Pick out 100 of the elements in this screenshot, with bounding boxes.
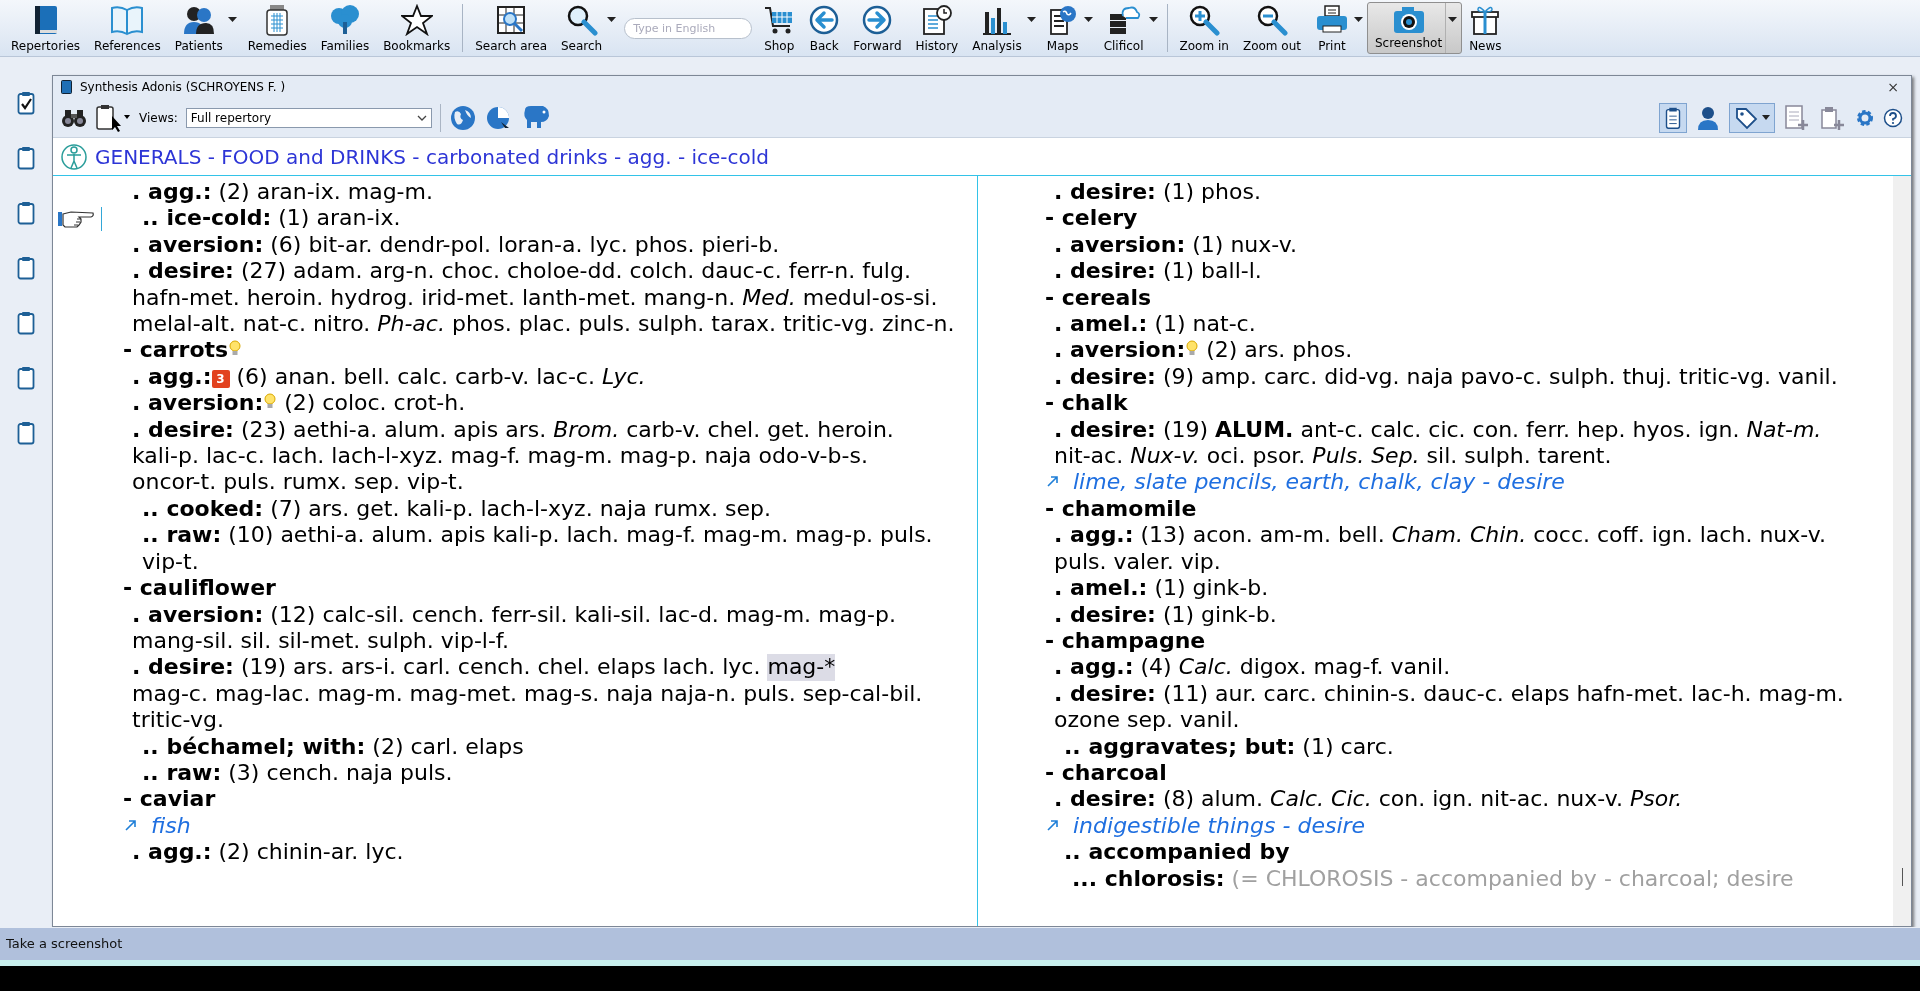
clipboard-icon[interactable] bbox=[17, 311, 35, 335]
clipboard-icon[interactable] bbox=[17, 146, 35, 170]
clipboard-icon[interactable] bbox=[1659, 102, 1687, 133]
toolbar-button[interactable]: Forward bbox=[846, 0, 909, 56]
clipboard-icon[interactable] bbox=[17, 256, 35, 280]
views-dropdown[interactable]: Full repertory bbox=[185, 107, 432, 128]
cross-reference-link[interactable]: fish bbox=[151, 812, 191, 838]
toolbar-button[interactable]: Clificol bbox=[1096, 0, 1162, 56]
cross-reference-link[interactable]: lime, slate pencils, earth, chalk, clay - desire bbox=[1073, 469, 1565, 495]
rubric-entry[interactable]: .. cooked: (7) ars. get. kali-p. lach-l-xyz. naja rumx. sep. bbox=[53, 495, 977, 523]
toolbar-button[interactable]: History bbox=[908, 0, 966, 56]
rubric-path: GENERALS - FOOD and DRINKS - carbonated drinks - agg. - ice-cold bbox=[95, 143, 769, 171]
clipboard-check-icon[interactable] bbox=[17, 91, 35, 115]
toolbar-button[interactable]: Screenshot bbox=[1366, 2, 1463, 54]
binoculars-icon[interactable] bbox=[61, 107, 87, 128]
toolbar-button[interactable]: Remedies bbox=[240, 0, 314, 56]
rubric-entry[interactable]: . agg.: (13) acon. am-m. bell. Cham. Chin. cocc. coff. ign. lach. nux-v. puls. valer. vip. bbox=[978, 522, 1893, 576]
caret-icon[interactable] bbox=[1448, 17, 1458, 23]
rubric-entry[interactable]: . desire: (11) aur. carc. chinin-s. dauc-c. elaps hafn-met. lac-h. mag-m. ozone sep. vanil. bbox=[978, 680, 1893, 734]
rubric-entry[interactable]: . desire: (19) ALUM. ant-c. calc. cic. con. ferr. hep. hyos. ign. Nat-m. nit-ac. Nux-v. oci. psor. Puls. Sep. sil. sulph. tarent. bbox=[978, 416, 1893, 470]
toolbar-button[interactable]: Zoom out bbox=[1235, 0, 1308, 56]
rubric-entry[interactable]: . amel.: (1) nat-c. bbox=[978, 311, 1893, 338]
rubric-entry[interactable]: . desire: (8) alum. Calc. Cic. con. ign. nit-ac. nux-v. Psor. bbox=[978, 786, 1893, 813]
rubric-heading[interactable]: - caviar bbox=[53, 786, 977, 813]
rubric-entry[interactable]: . agg.: (4) Calc. digox. mag-f. vanil. bbox=[978, 654, 1893, 681]
caret-icon[interactable] bbox=[227, 17, 237, 23]
rubric-entry[interactable]: .. aggravates; but: (1) carc. bbox=[978, 733, 1893, 760]
subrubric-label[interactable]: . desire: bbox=[132, 654, 234, 680]
toolbar-button[interactable]: Patients bbox=[167, 0, 241, 56]
jar-icon bbox=[264, 3, 291, 36]
clipboard-icon[interactable] bbox=[17, 201, 35, 225]
human-figure-icon bbox=[61, 142, 87, 171]
person-icon[interactable] bbox=[1695, 104, 1721, 131]
subrubric-label[interactable]: . agg.: bbox=[132, 363, 212, 389]
rubric-heading[interactable]: - cereals bbox=[978, 284, 1893, 312]
globe-icon[interactable] bbox=[448, 103, 477, 132]
remedy-list: ars. phos. bbox=[1244, 337, 1353, 363]
rubric-entry[interactable]: . desire: (9) amp. carc. did-vg. naja pavo-c. sulph. thuj. tritic-vg. vanil. bbox=[978, 363, 1893, 391]
toolbar-button[interactable]: Zoom in bbox=[1172, 0, 1236, 56]
rubric-entry[interactable]: . desire: (23) aethi-a. alum. apis ars. Brom. carb-v. chel. get. heroin. kali-p. lac-c. lach. lach-l-xyz. mag-f. mag-m. mag-p. naja odo-v-b-s. oncor-t. puls. rumx. sep. vip-t. bbox=[53, 416, 977, 496]
toolbar-button[interactable]: Maps bbox=[1039, 0, 1097, 56]
toolbar-button[interactable]: Families bbox=[313, 0, 377, 56]
number-badge: 3 bbox=[211, 369, 230, 388]
rubric-entry[interactable]: .. raw: (10) aethi-a. alum. apis kali-p. lach. mag-f. mag-m. mag-p. puls. vip-t. bbox=[53, 522, 977, 576]
caret-icon[interactable] bbox=[1083, 17, 1093, 23]
close-button[interactable]: × bbox=[1883, 80, 1903, 94]
caret-icon[interactable] bbox=[1148, 17, 1158, 23]
clipboard-icon[interactable] bbox=[17, 366, 35, 390]
rubric-heading[interactable]: - celery bbox=[978, 205, 1893, 232]
rubric-heading[interactable]: - carrots bbox=[123, 337, 229, 363]
rubric-entry[interactable]: .. accompanied by bbox=[978, 839, 1893, 866]
toolbar-button[interactable]: News bbox=[1462, 0, 1509, 56]
remedy-list: ars. ars-i. carl. cench. chel. elaps lach. lyc. bbox=[293, 654, 761, 681]
rubric-entry[interactable]: . agg.: (2) chinin-ar. lyc. bbox=[53, 839, 977, 866]
toolbar-button[interactable]: Shop bbox=[756, 0, 803, 56]
toolbar-button[interactable]: Search area bbox=[468, 0, 554, 56]
rubric-heading[interactable]: - cauliflower bbox=[53, 575, 977, 602]
rubric-entry[interactable]: . amel.: (1) gink-b. bbox=[978, 575, 1893, 602]
toolbar-button[interactable]: Bookmarks bbox=[376, 0, 458, 56]
document-add-icon[interactable] bbox=[1783, 103, 1811, 132]
clipboard-pointer-icon[interactable] bbox=[95, 103, 131, 132]
rubric-entry[interactable]: . aversion: (1) nux-v. bbox=[978, 231, 1893, 259]
rubric-entry[interactable]: . desire: (1) ball-l. bbox=[978, 258, 1893, 285]
toolbar-button[interactable]: Search bbox=[554, 0, 621, 56]
caret-icon[interactable] bbox=[1762, 114, 1770, 121]
toolbar-button[interactable]: References bbox=[87, 0, 168, 56]
rubric-entry[interactable]: . agg.: (2) aran-ix. mag-m. bbox=[53, 179, 977, 206]
rubric-entry[interactable]: . desire: (27) adam. arg-n. choc. choloe-dd. colch. dauc-c. ferr-n. fulg. hafn-met. heroin. hydrog. irid-met. lanth-met. mang-n. Med. medul-os-si. melal-alt. nat-c. nitro. Ph-ac. phos. plac. puls. sulph. tarax. tritic-vg. zinc-n. bbox=[53, 258, 977, 338]
cross-reference-link[interactable]: indigestible things - desire bbox=[1073, 812, 1366, 838]
rubric-entry[interactable]: ... chlorosis: (= CHLOROSIS - accompanied by - charcoal; desire bbox=[978, 865, 1893, 892]
rubric-heading[interactable]: - champagne bbox=[978, 627, 1893, 655]
rubric-entry[interactable]: .. ice-cold: (1) aran-ix. bbox=[53, 205, 977, 232]
toolbar-button[interactable]: Back bbox=[802, 0, 847, 56]
remedy-list: coloc. crot-h. bbox=[322, 390, 466, 416]
caret-icon[interactable] bbox=[1026, 17, 1036, 23]
caret-icon[interactable] bbox=[416, 114, 427, 121]
rubric-entry[interactable]: . desire: (1) gink-b. bbox=[978, 601, 1893, 628]
toolbar-button[interactable]: Print bbox=[1307, 0, 1367, 56]
caret-icon[interactable] bbox=[607, 17, 617, 23]
rubric-entry[interactable]: .. béchamel; with: (2) carl. elaps bbox=[53, 733, 977, 760]
subrubric-label[interactable]: . aversion: bbox=[1054, 337, 1186, 363]
clipboard-icon[interactable] bbox=[17, 421, 35, 445]
highlighted-remedy[interactable]: mag-* bbox=[767, 654, 836, 681]
search-field[interactable]: Type in English bbox=[624, 17, 753, 39]
rubric-heading[interactable]: - chamomile bbox=[978, 495, 1893, 523]
help-icon[interactable] bbox=[1883, 107, 1903, 128]
rubric-entry[interactable]: . desire: (1) phos. bbox=[978, 179, 1893, 206]
settings-icon[interactable] bbox=[1855, 107, 1875, 128]
scrollbar[interactable] bbox=[1893, 176, 1911, 926]
remedy-count: (2) bbox=[1206, 337, 1238, 363]
rubric-entry[interactable]: .. raw: (3) cench. naja puls. bbox=[53, 759, 977, 787]
rubric-entry[interactable]: . aversion: (12) calc-sil. cench. ferr-sil. kali-sil. lac-d. mag-m. mag-p. mang-sil. sil. sil-met. sulph. vip-l-f. bbox=[53, 601, 977, 655]
caret-icon[interactable] bbox=[1353, 17, 1363, 23]
rubric-heading[interactable]: - charcoal bbox=[978, 759, 1893, 787]
rubric-entry[interactable]: . aversion: (6) bit-ar. dendr-pol. loran-a. lyc. phos. pieri-b. bbox=[53, 231, 977, 259]
toolbar-button[interactable]: Analysis bbox=[965, 0, 1040, 56]
rubric-heading[interactable]: - chalk bbox=[978, 390, 1893, 417]
subrubric-label[interactable]: . aversion: bbox=[132, 390, 264, 416]
toolbar-button[interactable]: Repertories bbox=[4, 0, 88, 56]
tag-button[interactable] bbox=[1729, 102, 1775, 133]
